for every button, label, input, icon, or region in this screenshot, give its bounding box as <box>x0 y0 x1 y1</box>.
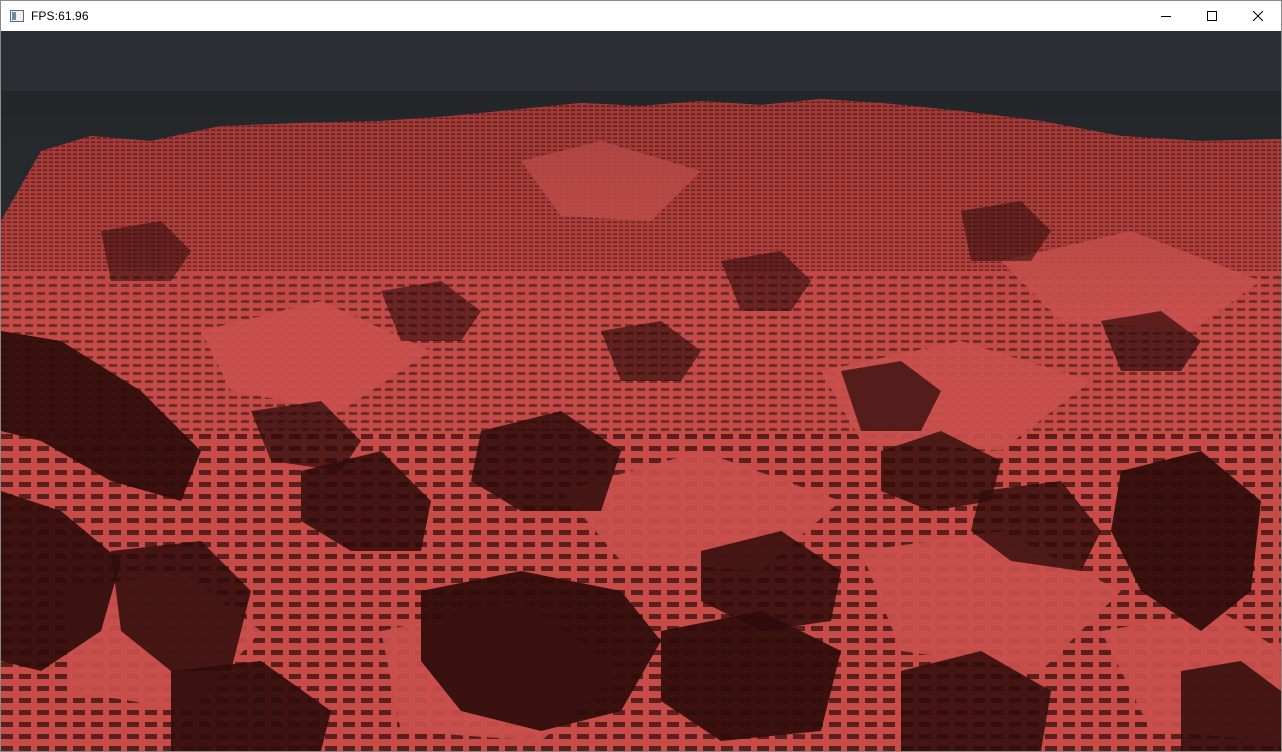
close-icon <box>1253 11 1263 21</box>
minimize-button[interactable] <box>1143 1 1189 31</box>
maximize-icon <box>1207 11 1217 21</box>
window-controls <box>1143 1 1281 31</box>
maximize-button[interactable] <box>1189 1 1235 31</box>
minimize-icon <box>1161 16 1171 17</box>
close-button[interactable] <box>1235 1 1281 31</box>
voxel-terrain-scene <box>1 31 1281 751</box>
depth-haze <box>1 91 1281 311</box>
render-viewport[interactable] <box>1 31 1281 751</box>
title-bar[interactable]: FPS:61.96 <box>1 1 1281 31</box>
application-window: FPS:61.96 <box>0 0 1282 752</box>
app-window-icon <box>10 10 24 22</box>
window-title: FPS:61.96 <box>31 9 89 23</box>
